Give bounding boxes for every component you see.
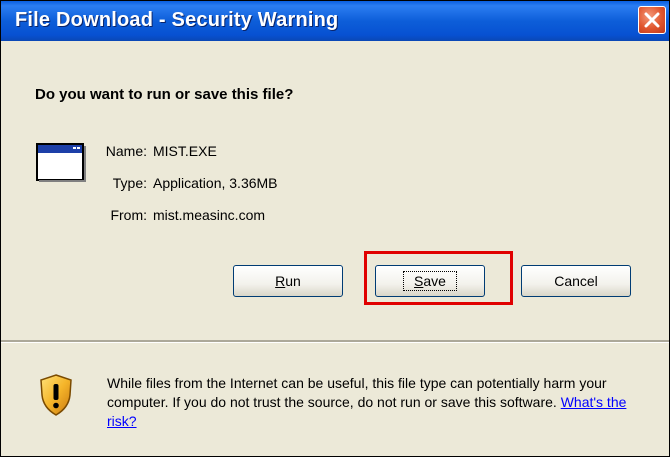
application-window-icon xyxy=(36,143,86,182)
run-mnemonic: R xyxy=(275,273,286,289)
name-label: Name: xyxy=(105,143,147,159)
security-warning-dialog: File Download - Security Warning Do you … xyxy=(0,0,670,457)
file-name-row: Name: MIST.EXE xyxy=(87,143,217,159)
type-label: Type: xyxy=(112,175,147,191)
warning-text: While files from the Internet can be use… xyxy=(107,375,607,410)
name-value: MIST.EXE xyxy=(153,143,217,159)
security-shield-icon xyxy=(40,374,72,416)
from-label: From: xyxy=(110,207,147,223)
run-button[interactable]: Run xyxy=(233,265,343,297)
close-icon xyxy=(644,12,660,28)
dialog-question: Do you want to run or save this file? xyxy=(35,86,294,103)
file-source-row: From: mist.measinc.com xyxy=(87,207,265,223)
save-highlight-box xyxy=(364,251,513,305)
divider xyxy=(1,340,669,343)
file-type-row: Type: Application, 3.36MB xyxy=(87,175,278,191)
cancel-button[interactable]: Cancel xyxy=(521,265,631,297)
run-label: un xyxy=(285,273,301,289)
title-bar[interactable]: File Download - Security Warning xyxy=(1,1,669,41)
close-button[interactable] xyxy=(638,6,666,34)
from-value: mist.measinc.com xyxy=(153,207,266,223)
cancel-label: Cancel xyxy=(554,273,598,289)
window-title: File Download - Security Warning xyxy=(15,9,339,31)
warning-message: While files from the Internet can be use… xyxy=(107,374,657,431)
type-value: Application, 3.36MB xyxy=(153,175,278,191)
